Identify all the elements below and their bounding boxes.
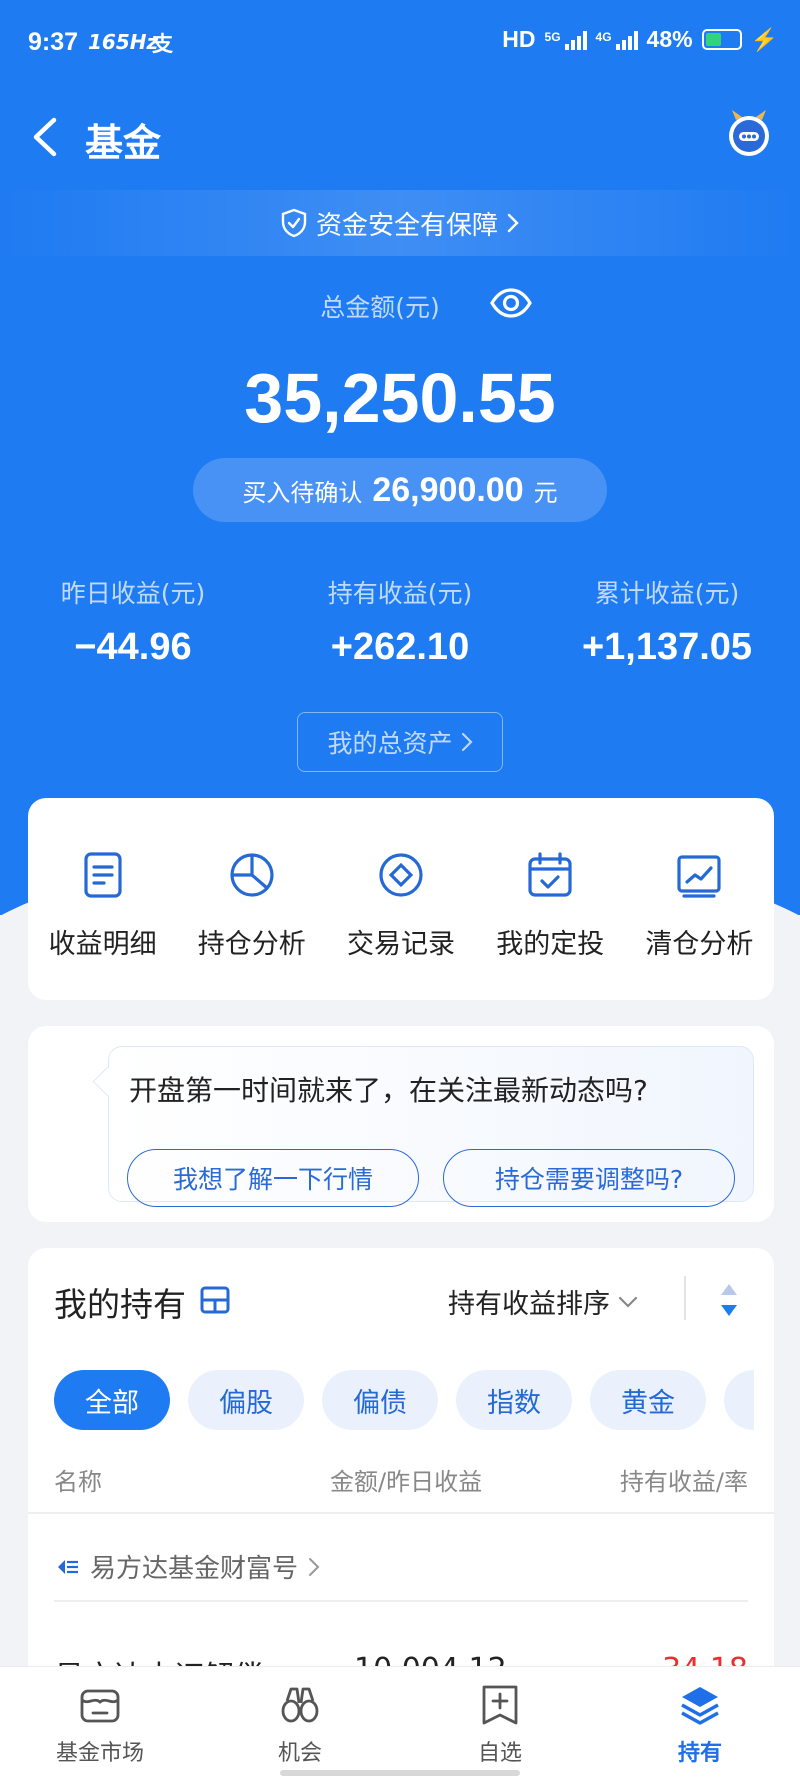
assistant-option-market[interactable]: 我想了解一下行情 [127, 1149, 419, 1207]
tab-fund-market[interactable]: 基金市场 [0, 1667, 200, 1778]
layers-icon [681, 1687, 719, 1725]
tab-holdings[interactable]: 持有 [600, 1667, 800, 1778]
signal-5g-icon: 5G [545, 30, 587, 50]
fund-company-logo-icon [58, 1559, 78, 1574]
quick-action-position-analysis[interactable]: 持仓分析 [177, 798, 326, 1000]
pending-confirmation-pill[interactable]: 买入待确认 26,900.00 元 [193, 458, 607, 522]
quick-action-trade-records[interactable]: 交易记录 [326, 798, 475, 1000]
sort-dropdown[interactable]: 持有收益排序 [448, 1282, 638, 1321]
stat-value: +262.10 [330, 626, 470, 668]
page-title: 基金 [85, 121, 162, 165]
divider [54, 1600, 748, 1602]
stat-label: 累计收益(元) [594, 579, 740, 608]
stat-value: −44.96 [74, 626, 192, 668]
assistant-bubble: 开盘第一时间就来了，在关注最新动态吗? 我想了解一下行情 持仓需要调整吗? [108, 1046, 754, 1207]
chip-equity[interactable]: 偏股 [188, 1370, 304, 1430]
grid-view-icon[interactable] [200, 1286, 230, 1314]
alipay-badge-icon: 支 [152, 32, 173, 56]
chip-bond[interactable]: 偏债 [322, 1370, 438, 1430]
tab-label: 基金市场 [55, 1741, 144, 1766]
stat-yesterday: 昨日收益(元) −44.96 [0, 574, 266, 669]
status-bar: 9:37 165Hz 支 HD 5G 4G 48% ⚡ [0, 0, 800, 84]
column-name: 名称 [54, 1468, 102, 1496]
pending-amount: 26,900.00 [372, 470, 524, 509]
stat-label: 昨日收益(元) [60, 579, 206, 608]
tab-label: 机会 [277, 1741, 322, 1766]
bottom-tab-bar: 基金市场 机会 自选 持有 [0, 1666, 800, 1778]
stat-label: 持有收益(元) [327, 579, 473, 608]
quick-action-auto-invest[interactable]: 我的定投 [476, 798, 625, 1000]
quick-action-income-detail[interactable]: 收益明细 [28, 798, 177, 1000]
quick-action-clearance-analysis[interactable]: 清仓分析 [625, 798, 774, 1000]
tab-label: 持有 [677, 1741, 722, 1766]
pending-unit: 元 [533, 478, 558, 507]
eye-visibility-icon[interactable] [489, 286, 533, 320]
assistant-mascot-icon[interactable] [724, 108, 774, 158]
column-amount: 金额/昨日收益 [330, 1468, 483, 1496]
stat-holding: 持有收益(元) +262.10 [267, 574, 533, 669]
fund-company-link[interactable]: 易方达基金财富号 [56, 1548, 320, 1585]
stat-cumulative: 累计收益(元) +1,137.05 [534, 574, 800, 669]
tab-opportunity[interactable]: 机会 [200, 1667, 400, 1778]
column-profit: 持有收益/率 [619, 1468, 748, 1496]
document-icon [83, 852, 122, 898]
filter-chips: 全部 偏股 偏债 指数 黄金 [54, 1370, 754, 1430]
pending-label: 买入待确认 [242, 478, 363, 507]
quick-action-label: 持仓分析 [197, 929, 306, 960]
quick-actions-card: 收益明细 持仓分析 交易记录 我的定投 清仓分析 [28, 798, 774, 1000]
chip-gold[interactable]: 黄金 [590, 1370, 706, 1430]
chevron-right-icon [309, 1557, 320, 1576]
holdings-card: 我的持有 持有收益排序 全部 偏股 偏债 指数 黄金 名称 金额/昨日收益 持有… [28, 1248, 774, 1718]
market-icon [80, 1689, 120, 1723]
binoculars-icon [281, 1687, 319, 1723]
chip-more[interactable] [724, 1370, 754, 1430]
holdings-title: 我的持有 [54, 1285, 186, 1324]
quick-action-label: 交易记录 [347, 929, 455, 960]
tab-label: 自选 [477, 1741, 522, 1766]
charging-icon: ⚡ [750, 26, 778, 52]
back-arrow-icon[interactable] [26, 112, 66, 162]
signal-4g-icon: 4G [596, 30, 638, 50]
shield-check-icon [281, 208, 307, 238]
chevron-right-icon [507, 213, 519, 233]
calendar-check-icon [528, 852, 572, 897]
trend-chart-icon [677, 855, 722, 898]
status-time: 9:37 [28, 28, 79, 56]
chevron-down-icon [618, 1296, 638, 1308]
stat-value: +1,137.05 [581, 626, 753, 668]
quick-action-label: 清仓分析 [645, 929, 754, 960]
battery-icon [701, 29, 742, 50]
chip-all[interactable]: 全部 [54, 1370, 170, 1430]
quick-action-label: 我的定投 [496, 929, 605, 960]
divider [28, 1512, 774, 1514]
header-divider [684, 1276, 686, 1320]
chevron-right-icon [461, 732, 473, 752]
chip-index[interactable]: 指数 [456, 1370, 572, 1430]
sort-order-icon[interactable] [718, 1282, 740, 1318]
safety-banner-label: 资金安全有保障 [315, 210, 498, 241]
total-amount-label: 总金额(元) [320, 293, 440, 322]
add-watchlist-icon [482, 1685, 518, 1725]
tab-watchlist[interactable]: 自选 [400, 1667, 600, 1778]
assistant-option-adjust[interactable]: 持仓需要调整吗? [443, 1149, 735, 1207]
total-assets-button[interactable]: 我的总资产 [297, 712, 503, 772]
pie-chart-icon [230, 853, 274, 897]
assistant-question: 开盘第一时间就来了，在关注最新动态吗? [129, 1074, 648, 1107]
total-amount-value: 35,250.55 [244, 359, 556, 437]
refresh-rate: 165Hz [88, 30, 159, 54]
hd-indicator: HD [502, 26, 536, 52]
safety-banner[interactable]: 资金安全有保障 [0, 190, 800, 256]
assistant-card: 开盘第一时间就来了，在关注最新动态吗? 我想了解一下行情 持仓需要调整吗? [28, 1026, 774, 1222]
quick-action-label: 收益明细 [48, 929, 157, 960]
home-indicator[interactable] [280, 1770, 520, 1776]
diamond-record-icon [379, 853, 423, 897]
battery-percent: 48% [646, 26, 693, 52]
